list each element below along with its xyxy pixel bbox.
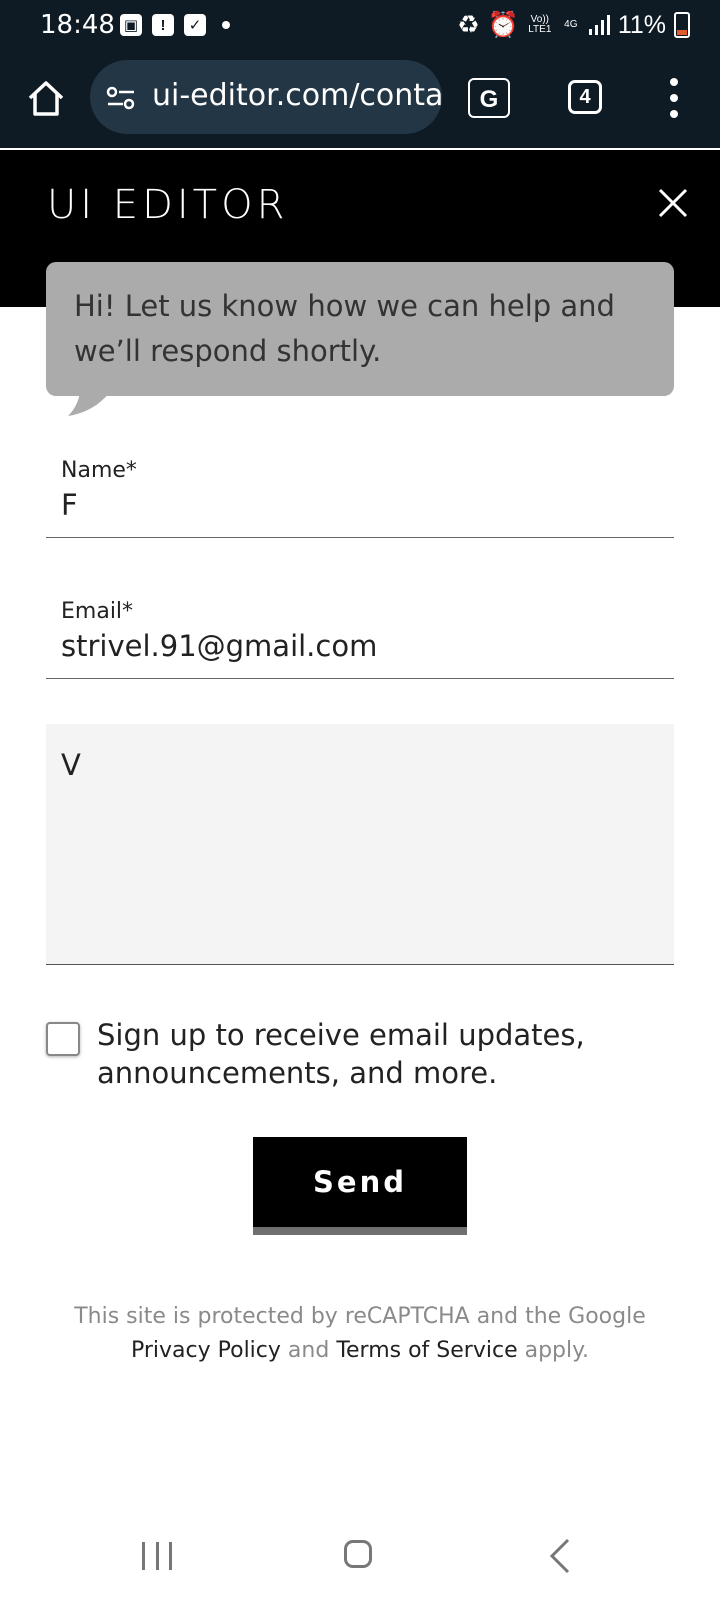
url-text[interactable]: ui-editor.com/contac xyxy=(152,78,442,113)
network-type: 4G xyxy=(564,19,578,30)
browser-toolbar: ui-editor.com/contac G 4 xyxy=(0,52,720,148)
battery-icon xyxy=(674,12,690,38)
send-button[interactable]: Send xyxy=(253,1137,467,1235)
email-field[interactable]: Email* strivel.91@gmail.com xyxy=(46,593,674,679)
battery-percent: 11% xyxy=(617,10,666,39)
name-input[interactable]: F xyxy=(61,488,78,522)
name-field[interactable]: Name* F xyxy=(46,452,674,538)
bubble-tail xyxy=(68,392,110,416)
status-right: ♻ ⏰ Vo)) LTE1 4G 11% xyxy=(457,10,690,40)
battery-saver-icon: ♻ xyxy=(457,11,480,39)
email-input[interactable]: strivel.91@gmail.com xyxy=(61,629,377,663)
system-nav-bar xyxy=(0,1510,720,1600)
status-time: 18:48 xyxy=(40,10,115,40)
recaptcha-notice: This site is protected by reCAPTCHA and … xyxy=(30,1300,690,1368)
more-options-icon[interactable] xyxy=(668,78,680,118)
greeting-text: Hi! Let us know how we can help and we’l… xyxy=(74,289,615,368)
home-nav-icon[interactable] xyxy=(344,1540,372,1568)
recaptcha-and: and xyxy=(280,1338,337,1363)
volte-indicator: Vo)) LTE1 xyxy=(528,14,552,35)
alert-icon: ! xyxy=(152,14,174,36)
email-updates-label[interactable]: Sign up to receive email updates, announ… xyxy=(97,1016,677,1092)
close-icon[interactable] xyxy=(656,186,690,220)
email-updates-checkbox[interactable] xyxy=(46,1022,80,1056)
site-title: UI EDITOR xyxy=(47,182,289,228)
privacy-policy-link[interactable]: Privacy Policy xyxy=(131,1338,281,1363)
translate-icon[interactable]: G xyxy=(468,78,510,118)
alarm-icon: ⏰ xyxy=(487,10,519,39)
name-label: Name* xyxy=(61,458,137,483)
notification-icons: ▣ ! ✓ xyxy=(120,14,230,36)
recaptcha-apply: apply. xyxy=(517,1338,590,1363)
signal-icon xyxy=(588,15,610,35)
email-label: Email* xyxy=(61,599,134,624)
address-bar[interactable]: ui-editor.com/contac xyxy=(90,60,442,134)
image-icon: ▣ xyxy=(120,14,142,36)
terms-of-service-link[interactable]: Terms of Service xyxy=(336,1338,517,1363)
back-icon[interactable] xyxy=(548,1538,572,1574)
status-bar: 18:48 ▣ ! ✓ ♻ ⏰ Vo)) LTE1 4G 11% xyxy=(0,0,720,52)
home-icon[interactable] xyxy=(26,78,66,118)
message-text[interactable]: V xyxy=(61,748,81,782)
tab-switcher-button[interactable]: 4 xyxy=(568,80,602,114)
check-icon: ✓ xyxy=(184,14,206,36)
greeting-bubble: Hi! Let us know how we can help and we’l… xyxy=(46,262,674,396)
dot-icon xyxy=(222,21,230,29)
message-textarea[interactable]: V xyxy=(46,724,674,965)
site-settings-icon[interactable] xyxy=(106,86,136,110)
recaptcha-line1: This site is protected by reCAPTCHA and … xyxy=(74,1304,646,1329)
recent-apps-icon[interactable] xyxy=(142,1542,172,1570)
